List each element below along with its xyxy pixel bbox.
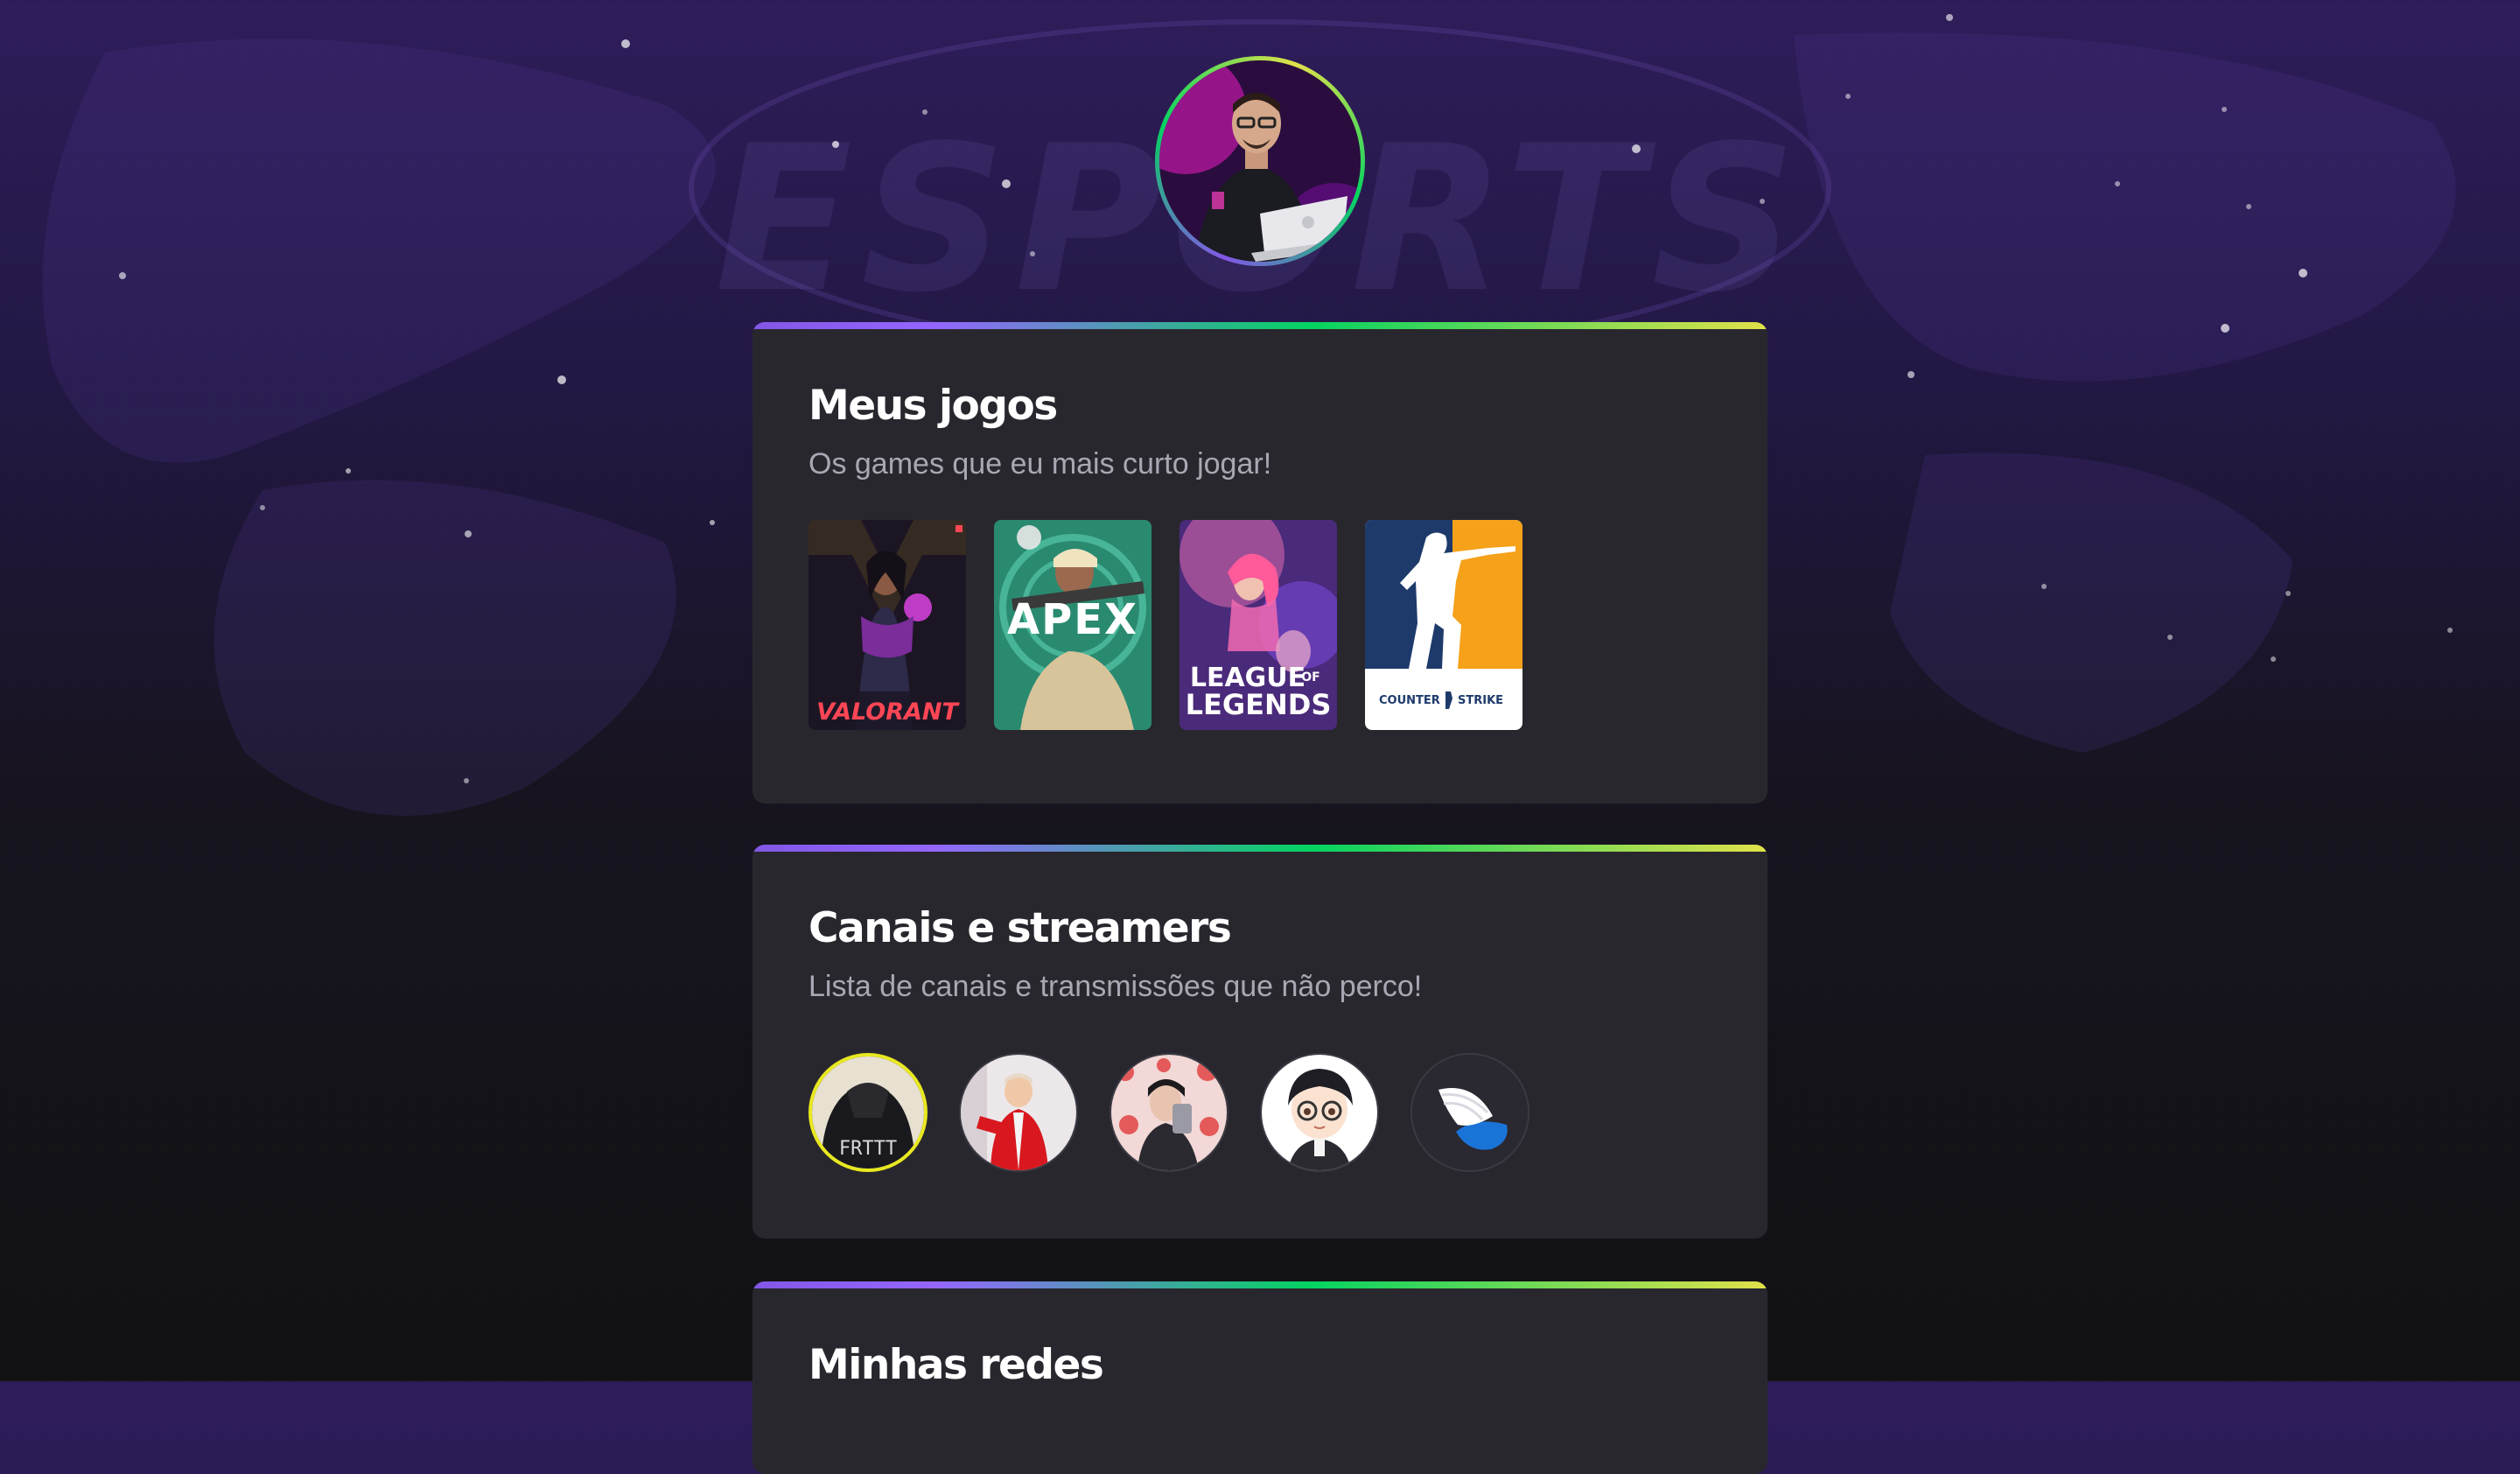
game-title-of: OF: [1301, 670, 1320, 684]
games-card: Meus jogos Os games que eu mais curto jo…: [752, 322, 1768, 804]
game-card-apex[interactable]: APEX: [994, 520, 1152, 730]
profile-avatar: [1155, 56, 1365, 266]
league-of-legends-cover: LEAGUE OF LEGENDS: [1180, 520, 1337, 730]
apex-legends-cover: APEX: [994, 520, 1152, 730]
game-title: APEX: [1007, 595, 1138, 644]
card-gradient-bar: [752, 845, 1768, 852]
section-subtitle: Os games que eu mais curto jogar!: [808, 447, 1272, 481]
streamer-link-5[interactable]: [1410, 1053, 1530, 1172]
streamer-avatar-1: FRTTT: [812, 1056, 924, 1169]
streamer-avatar-4: [1262, 1055, 1377, 1170]
card-gradient-bar: [752, 322, 1768, 329]
streamers-card: Canais e streamers Lista de canais e tra…: [752, 845, 1768, 1239]
section-title: Meus jogos: [808, 382, 1058, 430]
game-title-line2: LEGENDS: [1186, 688, 1332, 721]
game-card-counter-strike[interactable]: COUNTER STRIKE: [1365, 520, 1522, 730]
streamer-link-3[interactable]: [1110, 1053, 1228, 1172]
section-title: Canais e streamers: [808, 904, 1232, 952]
streamer-link-1[interactable]: FRTTT: [808, 1053, 928, 1172]
game-title: VALORANT: [816, 698, 960, 726]
gamer-avatar-photo: [1159, 60, 1361, 262]
streamer-avatar-5: [1412, 1055, 1528, 1170]
section-subtitle: Lista de canais e transmissões que não p…: [808, 970, 1423, 1003]
valorant-cover: VALORANT: [808, 520, 966, 730]
games-list: VALORANT APEX LEAGUE OF LEGENDS COUNTER …: [808, 520, 1712, 730]
streamer-avatar-2: [961, 1055, 1076, 1170]
card-gradient-bar: [752, 1281, 1768, 1288]
game-card-league-of-legends[interactable]: LEAGUE OF LEGENDS: [1180, 520, 1337, 730]
section-title: Minhas redes: [808, 1341, 1104, 1389]
streamer-avatar-3: [1111, 1055, 1227, 1170]
game-card-valorant[interactable]: VALORANT: [808, 520, 966, 730]
game-title-a: COUNTER: [1379, 694, 1440, 707]
jersey-text: FRTTT: [839, 1138, 897, 1160]
streamer-link-4[interactable]: [1260, 1053, 1379, 1172]
game-title-b: STRIKE: [1458, 694, 1503, 707]
streamer-link-2[interactable]: [959, 1053, 1078, 1172]
social-card: Minhas redes: [752, 1281, 1768, 1474]
streamers-list: FRTTT: [808, 1053, 1712, 1172]
counter-strike-cover: COUNTER STRIKE: [1365, 520, 1522, 730]
